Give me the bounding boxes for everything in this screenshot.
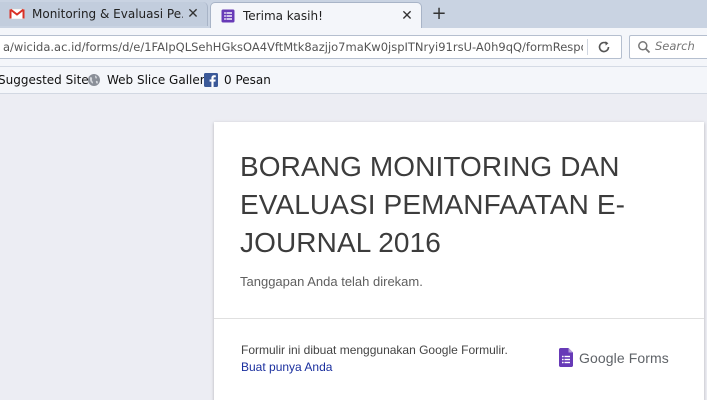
google-forms-icon xyxy=(559,348,573,367)
google-forms-icon xyxy=(221,9,235,22)
page-content: BORANG MONITORING DAN EVALUASI PEMANFAAT… xyxy=(0,94,707,400)
reload-icon[interactable] xyxy=(595,38,613,56)
bookmark-label: Web Slice Gallery xyxy=(107,73,212,87)
address-divider xyxy=(587,39,588,55)
response-recorded-message: Tanggapan Anda telah direkam. xyxy=(240,274,423,289)
bookmark-facebook-pesan[interactable]: 0 Pesan xyxy=(204,73,271,87)
google-forms-wordmark: Google Forms xyxy=(579,349,669,366)
address-bar[interactable]: a/wicida.ac.id/forms/d/e/1FAIpQLSehHGksO… xyxy=(0,35,622,59)
bookmark-suggested-sites[interactable]: Suggested Sites xyxy=(0,73,95,87)
form-title: BORANG MONITORING DAN EVALUASI PEMANFAAT… xyxy=(240,151,626,258)
google-forms-logo[interactable]: Google Forms xyxy=(559,348,669,367)
bookmark-label: 0 Pesan xyxy=(224,73,271,87)
browser-window: Monitoring & Evaluasi Pe... ✕ Terima kas… xyxy=(0,0,707,400)
search-box[interactable] xyxy=(629,35,707,59)
tab-title: Monitoring & Evaluasi Pe... xyxy=(32,7,183,21)
new-tab-button[interactable]: + xyxy=(428,3,450,25)
bookmark-web-slice-gallery[interactable]: Web Slice Gallery xyxy=(87,73,212,87)
search-input[interactable] xyxy=(655,39,707,53)
footer-note: Formulir ini dibuat menggunakan Google F… xyxy=(241,343,508,357)
create-your-own-link[interactable]: Buat punya Anda xyxy=(241,360,332,374)
gmail-icon xyxy=(9,8,25,20)
facebook-icon xyxy=(204,73,218,87)
navigation-bar: a/wicida.ac.id/forms/d/e/1FAIpQLSehHGksO… xyxy=(0,28,707,67)
tab-monitoring-evaluasi[interactable]: Monitoring & Evaluasi Pe... ✕ xyxy=(0,2,208,26)
close-icon[interactable]: ✕ xyxy=(183,6,203,22)
card-divider xyxy=(214,318,704,319)
bookmark-label: Suggested Sites xyxy=(0,73,95,87)
form-confirmation-card: BORANG MONITORING DAN EVALUASI PEMANFAAT… xyxy=(214,122,704,400)
address-url: a/wicida.ac.id/forms/d/e/1FAIpQLSehHGksO… xyxy=(3,40,583,54)
tab-title: Terima kasih! xyxy=(243,8,323,23)
bookmarks-bar: Suggested Sites Web Slice Gallery 0 Pesa… xyxy=(0,67,707,94)
close-icon[interactable]: ✕ xyxy=(397,8,417,24)
search-icon xyxy=(638,41,651,54)
globe-icon xyxy=(88,74,100,86)
tab-strip: Monitoring & Evaluasi Pe... ✕ Terima kas… xyxy=(0,0,707,28)
tab-terima-kasih[interactable]: Terima kasih! ✕ xyxy=(210,2,422,28)
